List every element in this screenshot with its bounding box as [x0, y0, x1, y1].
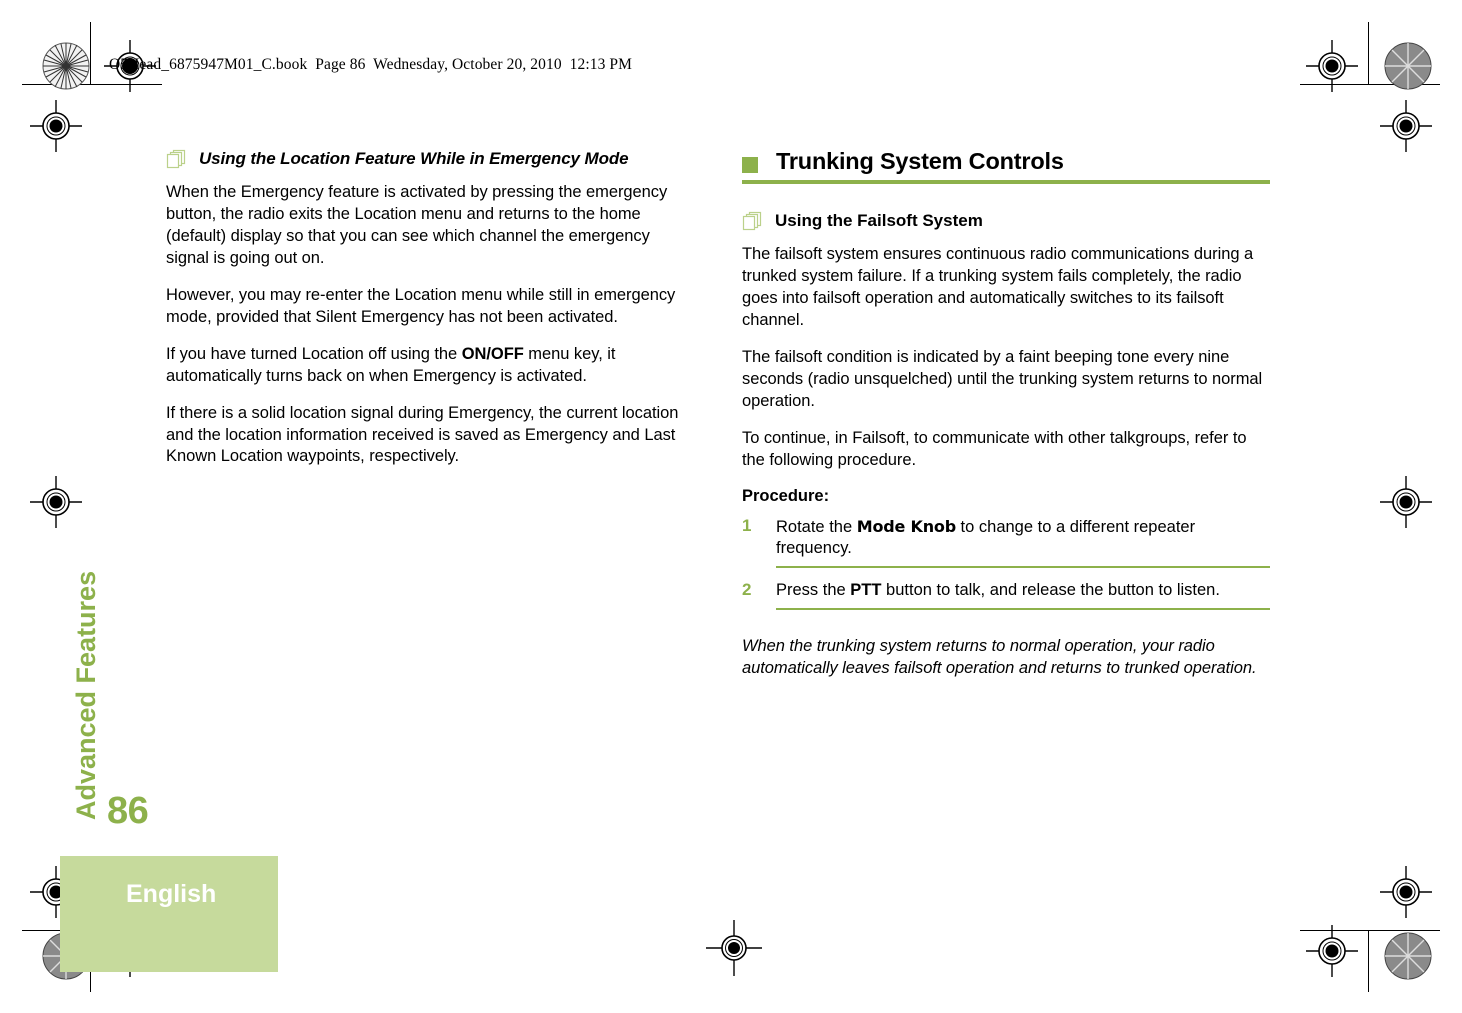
registration-crosshair-icon — [1306, 40, 1358, 92]
ptt-button-label: PTT — [850, 581, 882, 600]
left-column: Using the Location Feature While in Emer… — [166, 148, 694, 483]
text-before: Rotate the — [776, 517, 857, 536]
starburst-target-icon — [42, 42, 90, 90]
paragraph: If there is a solid location signal duri… — [166, 403, 679, 466]
procedure-step: 2 Press the PTT button to talk, and rele… — [742, 580, 1270, 611]
step-separator — [776, 566, 1270, 569]
registration-crosshair-icon — [1380, 100, 1432, 152]
paragraph: To continue, in Failsoft, to communicate… — [742, 428, 1247, 469]
language-block: English — [60, 856, 278, 972]
paragraph: The failsoft system ensures continuous r… — [742, 245, 1254, 329]
registration-crosshair-icon — [30, 476, 82, 528]
crop-line — [1300, 930, 1440, 931]
chapter-tab-label: Advanced Features — [71, 570, 101, 820]
paragraph: When the Emergency feature is activated … — [166, 183, 668, 267]
language-label: English — [126, 880, 217, 908]
step-number: 1 — [742, 515, 752, 535]
text-before: Press the — [776, 581, 851, 600]
chapter-tab: Advanced Features — [71, 440, 136, 820]
crop-line — [90, 22, 91, 84]
procedure-step: 1 Rotate the Mode Knob to change to a di… — [742, 516, 1270, 569]
subheading-location-emergency: Using the Location Feature While in Emer… — [166, 148, 694, 170]
text-after: button to talk, and release the button t… — [881, 581, 1220, 600]
step-text: Rotate the Mode Knob to change to a diff… — [776, 516, 1270, 567]
step-number: 2 — [742, 580, 752, 600]
starburst-target-icon — [1384, 42, 1432, 90]
subheading-failsoft: Using the Failsoft System — [742, 210, 1270, 232]
starburst-target-icon — [1384, 932, 1432, 980]
file-header-line: O5Head_6875947M01_C.book Page 86 Wednesd… — [109, 56, 632, 73]
subheading-text: Using the Location Feature While in Emer… — [199, 149, 629, 168]
step-text: Press the PTT button to talk, and releas… — [776, 580, 1270, 608]
registration-crosshair-icon — [706, 920, 762, 976]
text-before: If you have turned Location off using th… — [166, 344, 462, 363]
mode-knob-label: Mode Knob — [856, 516, 956, 536]
crop-line — [1368, 930, 1369, 992]
registration-crosshair-icon — [1380, 476, 1432, 528]
registration-crosshair-icon — [1306, 925, 1358, 977]
page-stack-icon — [742, 211, 762, 231]
procedure-label: Procedure: — [742, 486, 830, 505]
paragraph: However, you may re-enter the Location m… — [166, 285, 676, 326]
page-stack-icon — [166, 149, 186, 169]
paragraph-onoff: If you have turned Location off using th… — [166, 344, 694, 388]
subheading-text: Using the Failsoft System — [775, 211, 983, 231]
registration-crosshair-icon — [1380, 866, 1432, 918]
crop-line — [1368, 22, 1369, 84]
section-bullet-square-icon — [742, 157, 758, 173]
section-title: Trunking System Controls — [776, 148, 1064, 174]
page-number: 86 — [107, 790, 149, 832]
section-rule — [742, 180, 1270, 185]
paragraph: The failsoft condition is indicated by a… — [742, 347, 1263, 410]
right-column: Trunking System Controls Using the Fails… — [742, 148, 1270, 695]
registration-crosshair-icon — [30, 100, 82, 152]
section-header-trunking: Trunking System Controls — [742, 148, 1270, 185]
crop-line — [22, 84, 162, 85]
closing-note: When the trunking system returns to norm… — [742, 637, 1257, 678]
crop-line — [1300, 84, 1440, 85]
onoff-key-label: ON/OFF — [461, 344, 524, 363]
step-separator — [776, 608, 1270, 611]
